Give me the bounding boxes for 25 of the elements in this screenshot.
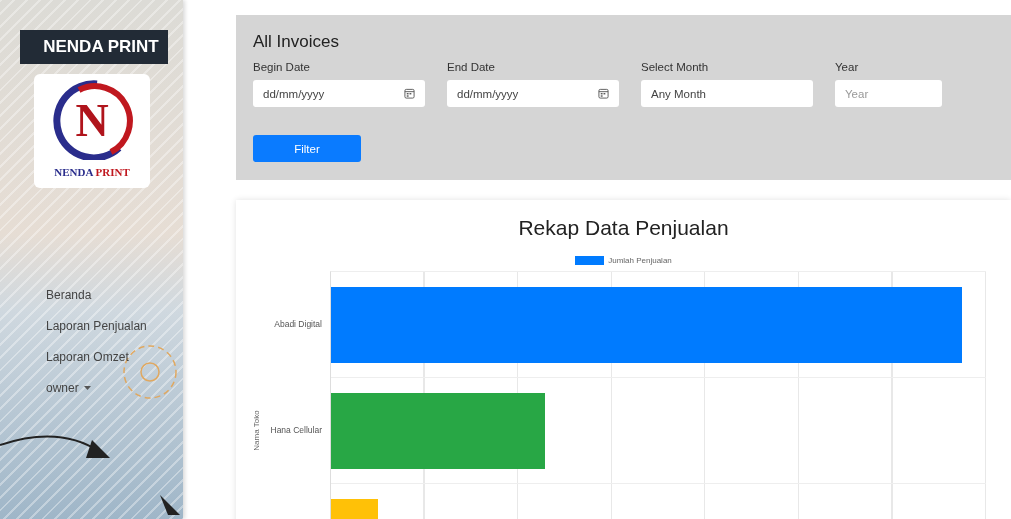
date-field[interactable]: dd/mm/yyyy (447, 80, 619, 107)
legend-label: Jumlah Penjualan (608, 256, 672, 265)
legend-swatch (575, 256, 605, 265)
category-label: Abadi Digital (274, 319, 322, 329)
panel-title: All Invoices (253, 32, 340, 52)
chart-title: Rekap Data Penjualan (518, 216, 729, 240)
nav-link[interactable]: Laporan Omzet (46, 348, 147, 366)
user-menu[interactable]: owner (46, 379, 147, 397)
logo: N NENDA PRINT (34, 74, 150, 188)
field-label: Begin Date (253, 61, 311, 73)
calendar-icon[interactable] (598, 88, 609, 99)
caret-icon (83, 386, 91, 390)
nav-link[interactable]: Laporan Penjualan (46, 317, 147, 335)
month-select[interactable]: Any Month (641, 80, 813, 107)
brand-title: NENDA PRINT (20, 30, 168, 64)
field-label: End Date (447, 61, 496, 73)
date-field[interactable]: dd/mm/yyyy (253, 80, 425, 107)
filter-button[interactable]: Filter (253, 135, 361, 162)
nav-link[interactable]: Beranda (46, 286, 147, 304)
category-label: Hana Cellular (270, 425, 322, 435)
field-label: Select Month (641, 61, 710, 73)
field-label: Year (835, 61, 860, 73)
axis-label: Nama Toko (251, 410, 261, 451)
year-field[interactable]: Year (835, 80, 942, 107)
calendar-icon[interactable] (404, 88, 415, 99)
